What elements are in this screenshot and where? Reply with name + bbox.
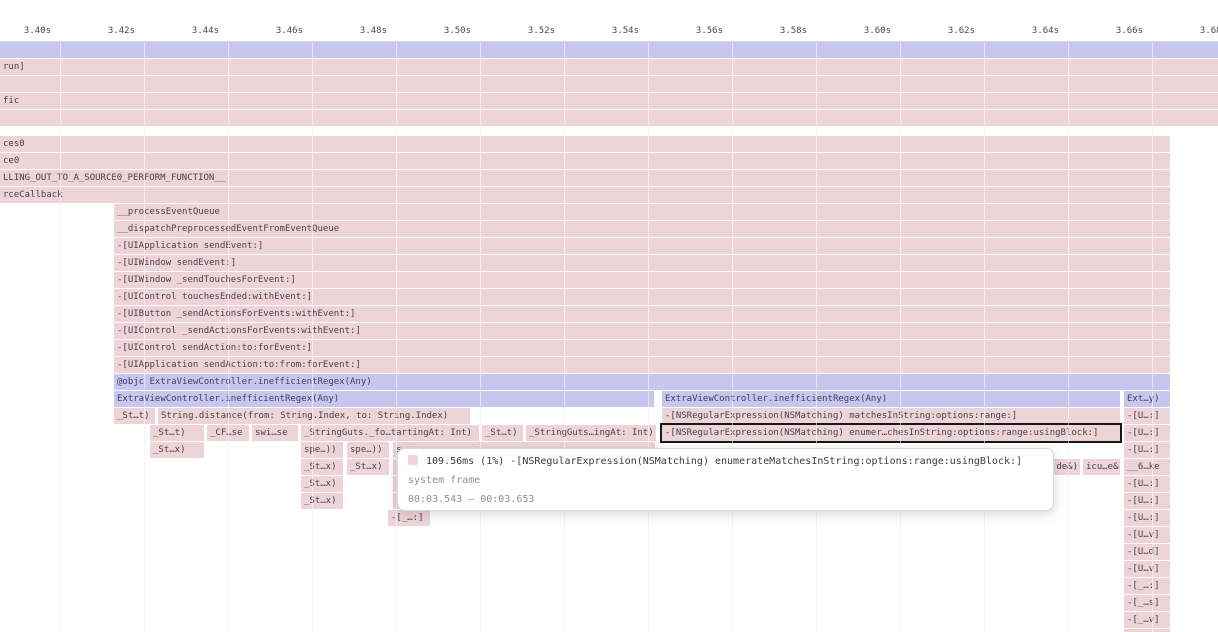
stack-frame[interactable]: -[UIWindow _sendTouchesForEvent:]	[114, 272, 1170, 288]
stack-frame[interactable]: ces0	[0, 136, 1170, 152]
gridline	[396, 40, 397, 632]
gridline	[732, 40, 733, 632]
tooltip-frame-kind: system frame	[408, 471, 1043, 490]
stack-frame[interactable]: ExtraViewController.inefficientRegex(Any…	[114, 391, 654, 407]
time-ruler-label: 3.44s	[167, 26, 219, 36]
stack-frame[interactable]: __6…ke	[1124, 459, 1170, 475]
time-ruler-label: 3.52s	[503, 26, 555, 36]
stack-frame[interactable]: -[U…v]	[1124, 527, 1170, 543]
stack-frame[interactable]: run]	[0, 59, 1218, 75]
stack-frame[interactable]: _St…x)	[150, 442, 204, 458]
stack-frame[interactable]: _St…t)	[114, 408, 155, 424]
gridline	[816, 40, 817, 632]
stack-frame[interactable]: -[UIControl _sendActionsForEvents:withEv…	[114, 323, 1170, 339]
stack-frame[interactable]: _StringGuts…ingAt: Int)	[526, 425, 656, 441]
time-ruler-label: 3.68s	[1175, 26, 1218, 36]
time-ruler-label: 3.58s	[755, 26, 807, 36]
stack-frame[interactable]: @objc ExtraViewController.inefficientReg…	[114, 374, 1170, 390]
stack-frame[interactable]: _St…t)	[482, 425, 523, 441]
stack-frame[interactable]: -[U…:]	[1124, 493, 1170, 509]
gridline	[144, 40, 145, 632]
time-ruler-label: 3.46s	[251, 26, 303, 36]
stack-frame[interactable]: -[UIButton _sendActionsForEvents:withEve…	[114, 306, 1170, 322]
stack-frame[interactable]: ce0	[0, 153, 1170, 169]
stack-frame[interactable]	[0, 76, 1218, 92]
gridline	[312, 40, 313, 632]
time-ruler-label: 3.64s	[1007, 26, 1059, 36]
stack-frame[interactable]: -[UIControl touchesEnded:withEvent:]	[114, 289, 1170, 305]
gridline	[984, 40, 985, 632]
instruments-flame-chart-view: 3.40s 3.42s 3.44s 3.46s 3.48s 3.50s 3.52s 3.54s…	[0, 0, 1218, 632]
stack-frame[interactable]: -[U…:]	[1124, 425, 1170, 441]
stack-frame[interactable]: swi…se	[252, 425, 298, 441]
time-ruler-label: 3.42s	[83, 26, 135, 36]
stack-frame[interactable]	[0, 110, 1218, 126]
gridline	[1152, 40, 1153, 632]
gridline	[564, 40, 565, 632]
stack-frame[interactable]: -[U…:]	[1124, 476, 1170, 492]
frame-tooltip: 109.56ms (1%) -[NSRegularExpression(NSMa…	[397, 448, 1054, 511]
stack-frame[interactable]: spe…))	[301, 442, 343, 458]
stack-frame[interactable]: -[U…:]	[1124, 408, 1170, 424]
tooltip-time-range: 00:03.543 — 00:03.653	[408, 490, 1043, 509]
stack-frame[interactable]: -[U…v]	[1124, 561, 1170, 577]
stack-frame[interactable]: rceCallback	[0, 187, 1170, 203]
stack-frame[interactable]: __dispatchPreprocessedEventFromEventQueu…	[114, 221, 1170, 237]
gridline	[900, 40, 901, 632]
stack-frame[interactable]: -[UIControl sendAction:to:forEvent:]	[114, 340, 1170, 356]
stack-frame[interactable]	[0, 42, 1218, 58]
time-ruler-label: 3.60s	[839, 26, 891, 36]
stack-frame[interactable]: -[U…:]	[1124, 442, 1170, 458]
tooltip-title: 109.56ms (1%) -[NSRegularExpression(NSMa…	[426, 456, 1022, 467]
time-ruler-label: 3.66s	[1091, 26, 1143, 36]
tooltip-title-line: 109.56ms (1%) -[NSRegularExpression(NSMa…	[408, 452, 1043, 471]
time-ruler-label: 3.56s	[671, 26, 723, 36]
stack-frame[interactable]: -[U…:]	[1124, 510, 1170, 526]
time-ruler-label: 3.62s	[923, 26, 975, 36]
stack-frame[interactable]: -[U…d]	[1124, 544, 1170, 560]
stack-frame[interactable]: -[_…:]	[1124, 578, 1170, 594]
stack-frame[interactable]: icu…e&)	[1083, 459, 1120, 475]
stack-frame[interactable]: _St…x)	[301, 493, 343, 509]
stack-frame[interactable]: ExtraViewController.inefficientRegex(Any…	[662, 391, 1120, 407]
time-ruler-label: 3.48s	[335, 26, 387, 36]
stack-frame[interactable]: -[_…v]	[1124, 612, 1170, 628]
stack-frame[interactable]: __processEventQueue	[114, 204, 1170, 220]
stack-frame[interactable]: fic	[0, 93, 1218, 109]
stack-frame[interactable]: LLING_OUT_TO_A_SOURCE0_PERFORM_FUNCTION_…	[0, 170, 1170, 186]
gridline	[228, 40, 229, 632]
stack-frame[interactable]: spe…))	[347, 442, 389, 458]
gridline	[648, 40, 649, 632]
stack-frame[interactable]: _St…t)	[150, 425, 204, 441]
stack-frame[interactable]: -[UIApplication sendAction:to:from:forEv…	[114, 357, 1170, 373]
gridline	[60, 40, 61, 632]
time-ruler[interactable]: 3.40s 3.42s 3.44s 3.46s 3.48s 3.50s 3.52s 3.54s…	[0, 0, 1218, 42]
stack-frame[interactable]: _St…x)	[301, 476, 343, 492]
stack-frame[interactable]: Ext…y)	[1124, 391, 1170, 407]
stack-frame[interactable]: -[NSRegularExpression(NSMatching) matche…	[662, 408, 1120, 424]
stack-frame[interactable]: _St…x)	[347, 459, 389, 475]
stack-frame-selected[interactable]: -[NSRegularExpression(NSMatching) enumer…	[662, 425, 1120, 441]
stack-frame[interactable]: _StringGuts._fo…tartingAt: Int)	[301, 425, 479, 441]
gridline	[1068, 40, 1069, 632]
time-ruler-label: 3.54s	[587, 26, 639, 36]
frame-color-swatch-icon	[408, 455, 418, 465]
stack-frame[interactable]: _St…x)	[301, 459, 343, 475]
time-ruler-label: 3.40s	[0, 26, 51, 36]
stack-frame[interactable]: String.distance(from: String.Index, to: …	[158, 408, 470, 424]
stack-frame[interactable]: -[_…s]	[1124, 595, 1170, 611]
stack-frame[interactable]: -[UIWindow sendEvent:]	[114, 255, 1170, 271]
stack-frame[interactable]: -[_…:]	[388, 510, 430, 526]
stack-frame[interactable]: -[UIApplication sendEvent:]	[114, 238, 1170, 254]
gridline	[480, 40, 481, 632]
time-ruler-label: 3.50s	[419, 26, 471, 36]
